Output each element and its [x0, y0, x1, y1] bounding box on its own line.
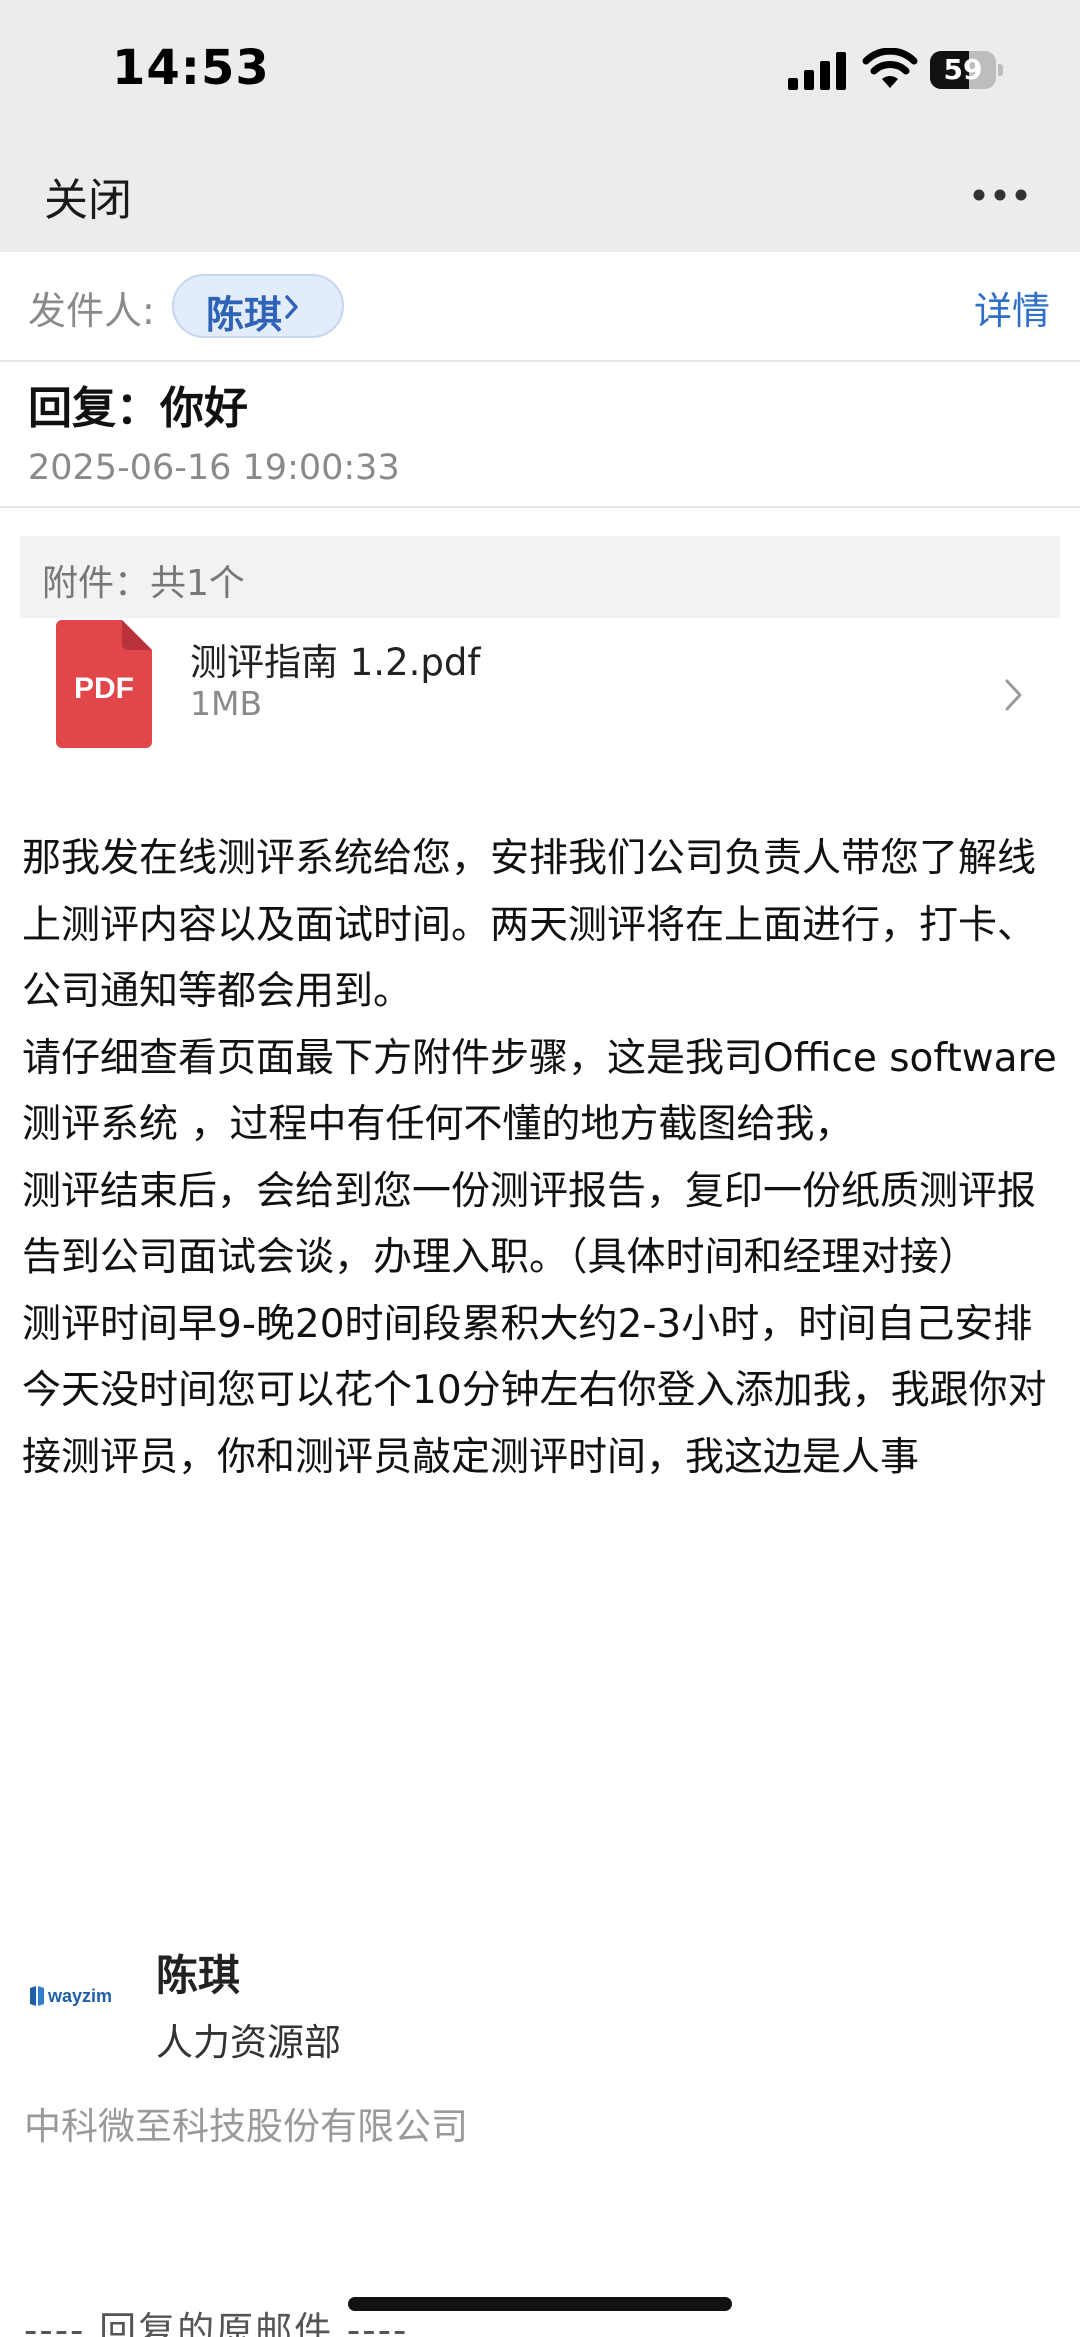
sender-row: 发件人: 陈琪 详情 — [0, 252, 1080, 362]
attachments-header: 附件：共1个 — [20, 536, 1060, 618]
body-paragraph: 那我发在线测评系统给您，安排我们公司负责人带您了解线上测评内容以及面试时间。两天… — [22, 836, 1037, 1014]
signal-icon — [788, 52, 846, 90]
email-date: 2025-06-16 19:00:33 — [28, 448, 400, 488]
sender-chip[interactable]: 陈琪 — [172, 274, 344, 338]
attachments-count: 附件：共1个 — [42, 563, 245, 604]
body-paragraph: 今天没时间您可以花个10分钟左右你登入添加我，我跟你对接测评员，你和测评员敲定测… — [22, 1368, 1047, 1480]
home-indicator[interactable] — [348, 2297, 732, 2311]
body-paragraph: 测评结束后，会给到您一份测评报告，复印一份纸质测评报告到公司面试会谈，办理入职。… — [22, 1168, 1037, 1281]
attachment-name: 测评指南 1.2.pdf — [190, 641, 481, 684]
logo-text: wayzim — [47, 1986, 112, 2006]
close-button[interactable]: 关闭 — [44, 164, 132, 228]
signature-department: 人力资源部 — [156, 2021, 341, 2064]
status-bar: 14:53 59 — [0, 0, 1080, 140]
body-paragraph: 测评时间早9-晚20时间段累积大约2-3小时，时间自己安排 — [22, 1301, 1033, 1347]
signature-company: 中科微至科技股份有限公司 — [24, 2105, 468, 2148]
sender-name: 陈琪 — [206, 293, 283, 337]
company-logo: wayzim — [30, 1986, 112, 2006]
battery-icon: 59 — [930, 51, 1004, 89]
nav-bar: 关闭 — [0, 140, 1080, 252]
email-body: 那我发在线测评系统给您，安排我们公司负责人带您了解线上测评内容以及面试时间。两天… — [22, 826, 1058, 1491]
battery-body: 59 — [930, 51, 996, 89]
battery-tip — [998, 64, 1003, 76]
signature-name: 陈琪 — [156, 1951, 241, 2000]
details-link[interactable]: 详情 — [974, 280, 1050, 335]
attachment-size: 1MB — [190, 684, 263, 723]
chevron-right-icon — [1005, 679, 1022, 711]
email-view-screen: 14:53 59 关闭 发件人: 陈琪 详情 回复：你好 2025-06-16 … — [0, 0, 1080, 2337]
body-paragraph: 请仔细查看页面最下方附件步骤，这是我司Office software测评系统 ，… — [22, 1035, 1057, 1148]
more-horizontal-icon[interactable] — [972, 182, 1028, 208]
pdf-icon-label: PDF — [74, 672, 134, 705]
attachment-item[interactable]: PDF 测评指南 1.2.pdf 1MB — [20, 618, 1060, 758]
divider — [0, 506, 1080, 508]
chevron-right-icon — [285, 295, 298, 319]
pdf-file-icon: PDF — [56, 620, 152, 748]
battery-level: 59 — [943, 53, 983, 86]
sender-label: 发件人: — [28, 289, 155, 333]
email-subject: 回复：你好 — [28, 383, 248, 434]
wifi-icon — [862, 48, 918, 88]
status-time: 14:53 — [112, 40, 270, 96]
